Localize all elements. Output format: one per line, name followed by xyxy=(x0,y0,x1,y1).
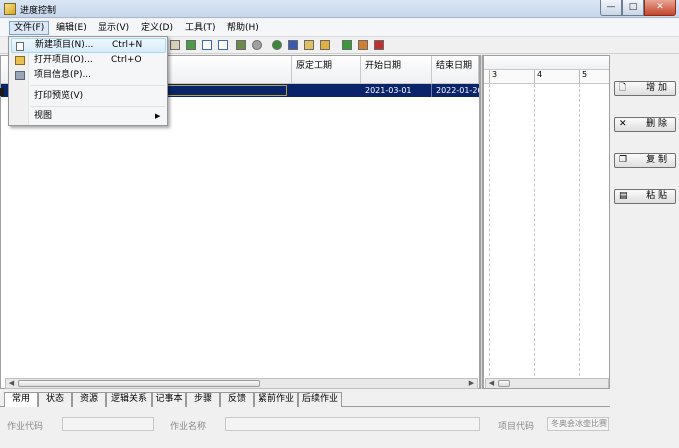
tab-steps[interactable]: 步骤 xyxy=(186,392,220,407)
gantt-gridline xyxy=(534,84,535,376)
refresh-icon[interactable] xyxy=(272,40,282,50)
list-icon[interactable] xyxy=(304,40,314,50)
title-bar: 进度控制 — □ ✕ xyxy=(0,0,679,18)
calendar-icon[interactable] xyxy=(170,40,180,50)
menu-item-print-preview[interactable]: 打印预览(V) xyxy=(11,89,166,104)
delete-x-icon: ✕ xyxy=(619,119,627,129)
close-button[interactable]: ✕ xyxy=(644,0,676,16)
file-menu-dropdown: 新建项目(N)... Ctrl+N 打开项目(O)... Ctrl+O 项目信息… xyxy=(8,36,168,126)
link-icon[interactable] xyxy=(202,40,212,50)
scroll-left-arrow-icon[interactable]: ◀ xyxy=(6,379,17,388)
unlink-icon[interactable] xyxy=(218,40,228,50)
column-header-end[interactable]: 结束日期 xyxy=(432,56,479,84)
detail-tab-strip: 常用 状态 资源 逻辑关系 记事本 步骤 反馈 紧前作业 后续作业 xyxy=(0,392,610,408)
activity-name-field[interactable] xyxy=(225,417,480,431)
tab-common[interactable]: 常用 xyxy=(4,392,38,408)
menu-item-label: 视图 xyxy=(34,111,53,121)
scroll-thumb[interactable] xyxy=(498,380,510,387)
grid-icon[interactable] xyxy=(236,40,246,50)
scroll-left-arrow-icon[interactable]: ◀ xyxy=(486,379,497,388)
tab-resources[interactable]: 资源 xyxy=(72,392,106,407)
copy-button[interactable]: ❐ 复 制 xyxy=(614,153,676,168)
menu-item-shortcut: Ctrl+O xyxy=(111,55,142,65)
menu-item-label: 新建项目(N)... xyxy=(35,40,94,50)
gantt-gridline xyxy=(489,84,490,376)
tab-notebook[interactable]: 记事本 xyxy=(152,392,186,407)
menu-item-project-info[interactable]: 项目信息(P)... xyxy=(11,68,166,83)
delete-button[interactable]: ✕ 删 除 xyxy=(614,117,676,132)
gantt-tick: 4 xyxy=(534,70,578,83)
tab-successors[interactable]: 后续作业 xyxy=(298,392,342,407)
network-icon[interactable] xyxy=(288,40,298,50)
menu-item-open-project[interactable]: 打开项目(O)... Ctrl+O xyxy=(11,53,166,68)
grid-horizontal-scrollbar[interactable]: ◀ ▶ xyxy=(5,378,478,389)
paste-button[interactable]: ▤ 粘 贴 xyxy=(614,189,676,204)
menu-item-view[interactable]: 视图 ▶ xyxy=(11,109,166,124)
menu-item-shortcut: Ctrl+N xyxy=(112,40,143,50)
paste-icon: ▤ xyxy=(619,191,628,201)
project-code-label: 项目代码 xyxy=(498,422,535,432)
tab-feedback[interactable]: 反馈 xyxy=(220,392,254,407)
tab-status[interactable]: 状态 xyxy=(38,392,72,407)
add-button-label: 增 加 xyxy=(646,83,667,93)
tab-logic[interactable]: 逻辑关系 xyxy=(106,392,152,407)
activity-code-field[interactable] xyxy=(62,417,154,431)
start-date-cell[interactable]: 2021-03-01 xyxy=(361,84,432,97)
folder-icon xyxy=(15,71,25,80)
menu-edit[interactable]: 编辑(E) xyxy=(52,21,91,35)
project-code-field[interactable]: 冬奥会冰壶比赛 xyxy=(547,417,609,431)
export-icon[interactable] xyxy=(342,40,352,50)
paste-button-label: 粘 贴 xyxy=(646,191,667,201)
settings-icon[interactable] xyxy=(252,40,262,50)
minimize-button[interactable]: — xyxy=(600,0,622,16)
activity-name-label: 作业名称 xyxy=(170,422,207,432)
gantt-tick: 3 xyxy=(489,70,533,83)
menu-view[interactable]: 显示(V) xyxy=(94,21,133,35)
open-folder-icon xyxy=(15,56,25,65)
gantt-header-top xyxy=(484,56,609,70)
menu-separator xyxy=(31,106,165,107)
exit-icon[interactable] xyxy=(374,40,384,50)
menu-item-label: 项目信息(P)... xyxy=(34,70,92,80)
new-file-icon xyxy=(16,42,24,51)
copy-button-label: 复 制 xyxy=(646,155,667,165)
copy-icon: ❐ xyxy=(619,155,628,165)
new-file-icon: 🗋 xyxy=(619,83,627,93)
window-title: 进度控制 xyxy=(20,6,57,16)
menu-help[interactable]: 帮助(H) xyxy=(223,21,263,35)
tab-predecessors[interactable]: 紧前作业 xyxy=(254,392,298,407)
row-marker xyxy=(0,88,4,96)
column-header-duration[interactable]: 原定工期 xyxy=(292,56,361,84)
menu-item-label: 打开项目(O)... xyxy=(34,55,93,65)
add-button[interactable]: 🗋 增 加 xyxy=(614,81,676,96)
menu-item-new-project[interactable]: 新建项目(N)... Ctrl+N xyxy=(11,38,166,53)
scroll-right-arrow-icon[interactable]: ▶ xyxy=(466,379,477,388)
gantt-horizontal-scrollbar[interactable]: ◀ xyxy=(485,378,609,388)
app-icon xyxy=(4,3,16,15)
scroll-thumb[interactable] xyxy=(18,380,260,387)
gantt-chart[interactable]: 3 4 5 ◀ xyxy=(483,55,610,389)
delete-button-label: 删 除 xyxy=(646,119,667,129)
submenu-arrow-icon: ▶ xyxy=(155,112,161,120)
detail-panel: 作业代码 作业名称 项目代码 冬奥会冰壶比赛 xyxy=(0,407,610,448)
menu-file[interactable]: 文件(F) xyxy=(9,21,50,35)
menu-define[interactable]: 定义(D) xyxy=(137,21,177,35)
column-header-start[interactable]: 开始日期 xyxy=(361,56,432,84)
tools-icon[interactable] xyxy=(358,40,368,50)
menu-separator xyxy=(31,85,165,86)
menu-tools[interactable]: 工具(T) xyxy=(181,21,220,35)
table-icon[interactable] xyxy=(186,40,196,50)
report-icon[interactable] xyxy=(320,40,330,50)
activity-name-editor[interactable] xyxy=(167,85,287,96)
gantt-gridline xyxy=(579,84,580,376)
menu-bar: 文件(F) 编辑(E) 显示(V) 定义(D) 工具(T) 帮助(H) xyxy=(0,19,679,37)
end-date-cell[interactable]: 2022-01-26 xyxy=(432,84,479,97)
activity-code-label: 作业代码 xyxy=(7,422,44,432)
menu-item-label: 打印预览(V) xyxy=(34,91,84,101)
maximize-button[interactable]: □ xyxy=(622,0,644,16)
gantt-tick: 5 xyxy=(579,70,609,83)
